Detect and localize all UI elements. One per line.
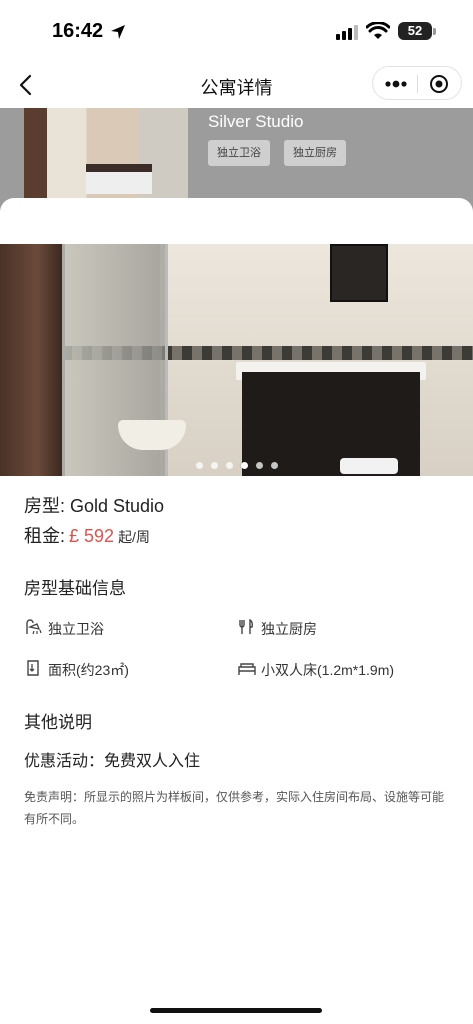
- room-thumbnail: [24, 108, 188, 200]
- carousel-dot-active[interactable]: [240, 462, 248, 469]
- room-card-tag: 独立卫浴: [208, 140, 270, 166]
- carousel-dot[interactable]: [255, 462, 263, 469]
- room-card-tag: 独立厨房: [284, 140, 346, 166]
- feature-label: 面积(约23㎡): [48, 662, 129, 678]
- rent-unit: 起/周: [118, 529, 150, 545]
- carousel-dot[interactable]: [195, 462, 203, 469]
- feature-label: 独立厨房: [261, 621, 317, 637]
- room-card-title: Silver Studio: [208, 112, 304, 131]
- feature-label: 小双人床(1.2m*1.9m): [261, 662, 395, 678]
- carousel-dot[interactable]: [270, 462, 278, 469]
- promotion-text: 优惠活动：免费双人入住: [24, 753, 201, 770]
- feature-label: 独立卫浴: [48, 621, 104, 637]
- shower-icon: [26, 619, 42, 635]
- basic-info-title: 房型基础信息: [24, 579, 126, 598]
- status-bar: 16:42 52: [0, 0, 473, 62]
- room-detail-sheet: 房型: Gold Studio 租金: £ 592 起/周 房型基础信息 独立卫浴 …: [0, 198, 473, 1024]
- utensils-icon: [239, 618, 253, 634]
- more-icon[interactable]: [383, 77, 409, 91]
- rent-price: £ 592: [69, 526, 115, 546]
- bed-icon: [238, 663, 256, 675]
- wifi-icon: [366, 22, 390, 39]
- disclaimer-text: 免责声明：所显示的照片为样板间，仅供参考，实际入住房间布局、设施等可能有所不同。: [24, 790, 445, 826]
- nav-bar: 公寓详情: [0, 62, 473, 108]
- area-icon: [27, 660, 39, 676]
- miniapp-capsule: [372, 66, 462, 100]
- other-info-title: 其他说明: [24, 713, 92, 732]
- cellular-signal-icon: [336, 25, 358, 40]
- rent-label: 租金:: [24, 526, 66, 546]
- carousel-dot[interactable]: [225, 462, 233, 469]
- status-time: 16:42: [52, 20, 104, 42]
- battery-indicator: 52: [398, 22, 432, 40]
- location-arrow-icon: [111, 25, 125, 39]
- carousel-dot[interactable]: [210, 462, 218, 469]
- room-type: 房型: Gold Studio: [24, 496, 165, 516]
- capsule-divider: [417, 75, 418, 93]
- home-indicator[interactable]: [150, 1008, 322, 1013]
- room-photo-carousel[interactable]: [0, 244, 473, 476]
- rent-row: 租金: £ 592 起/周: [24, 522, 150, 548]
- carousel-indicator: [0, 456, 473, 474]
- battery-tip: [433, 28, 436, 35]
- close-miniapp-icon[interactable]: [429, 74, 449, 94]
